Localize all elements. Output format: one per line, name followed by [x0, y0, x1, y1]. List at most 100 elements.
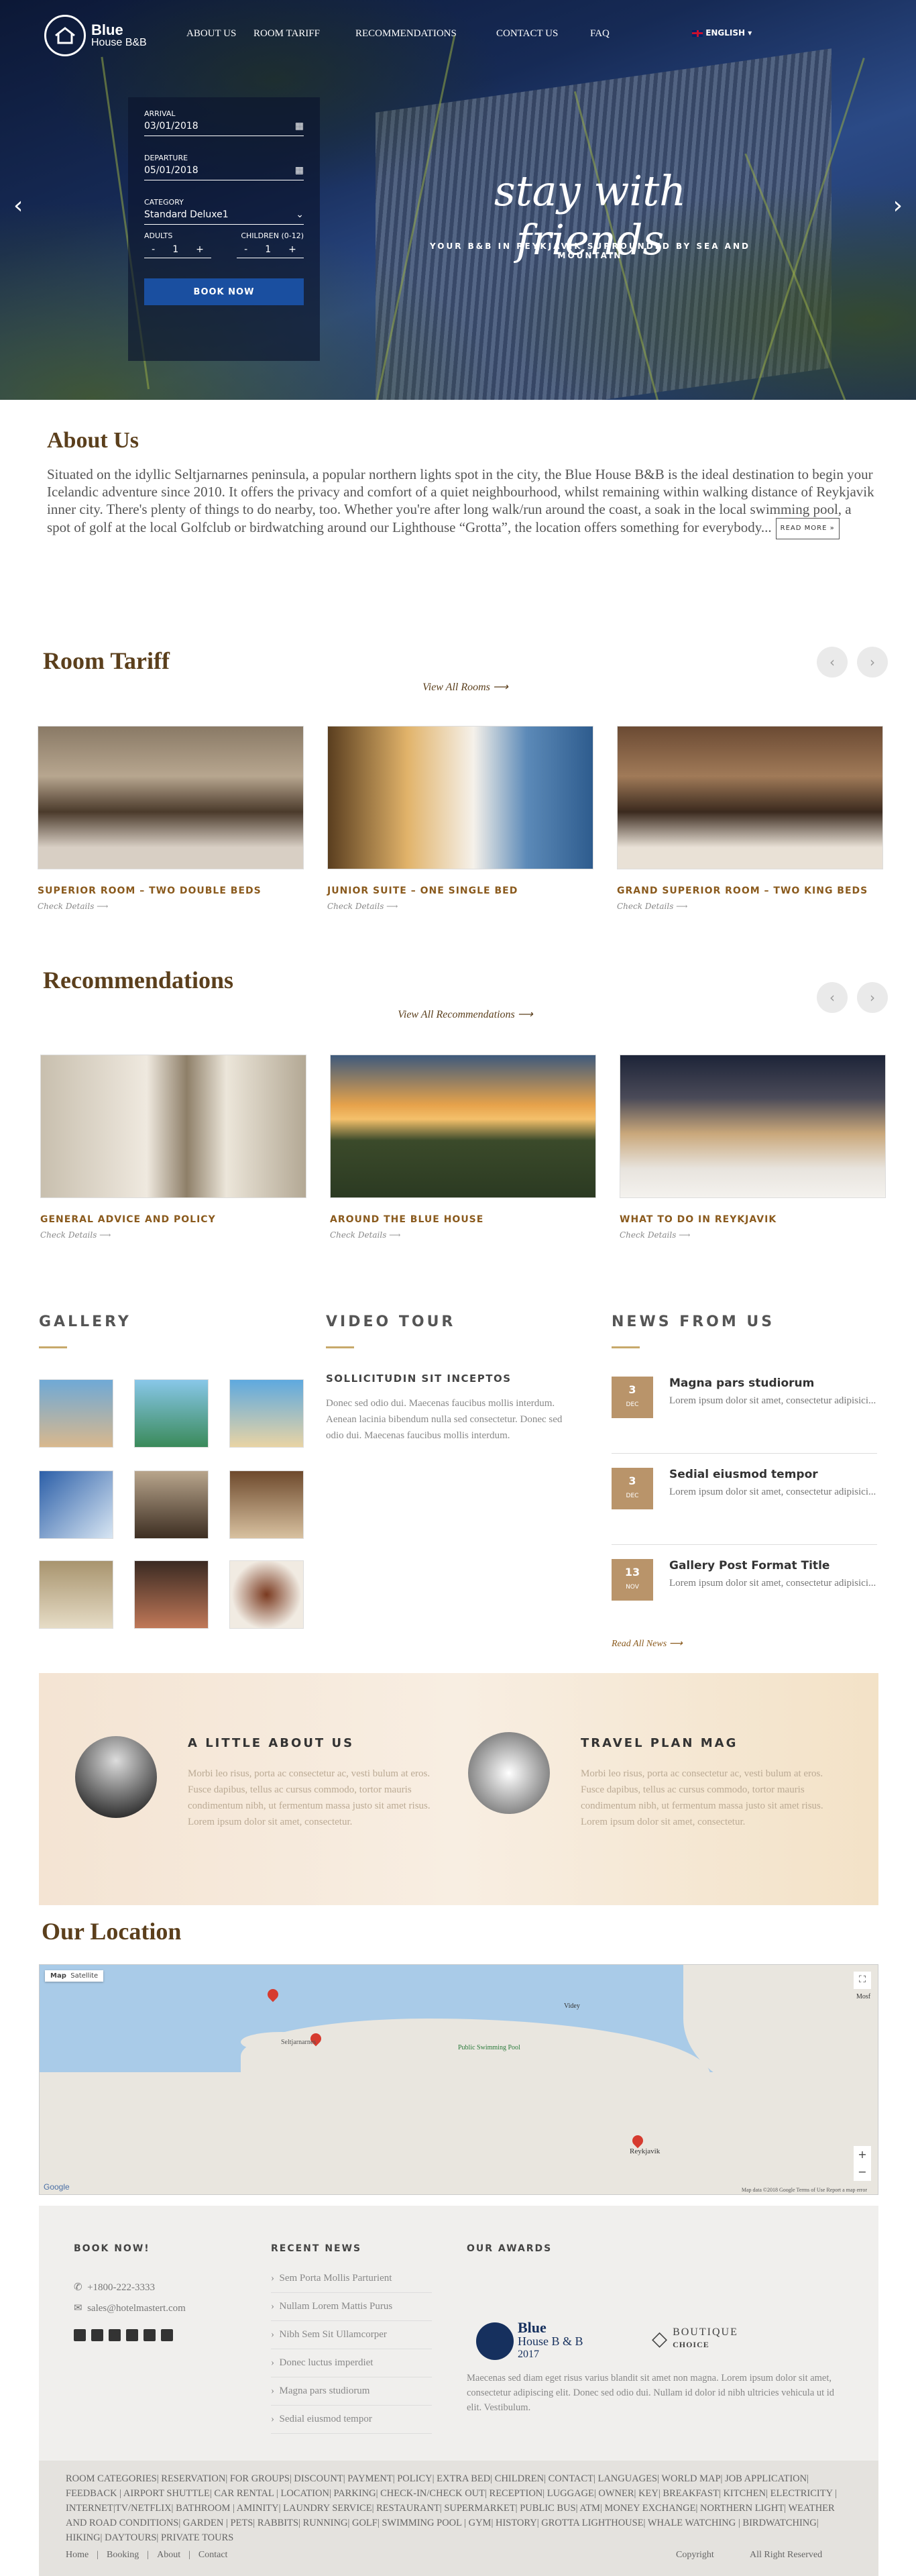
adults-stepper[interactable]: - 1 +: [144, 244, 211, 258]
recent-news-link[interactable]: › Nibh Sem Sit Ullamcorper: [271, 2321, 432, 2349]
map-pin-icon[interactable]: [265, 1986, 281, 2002]
gallery-thumbnail[interactable]: [134, 1379, 209, 1448]
language-selector[interactable]: ENGLISH ▾: [692, 28, 752, 38]
news-item-title[interactable]: Sedial eiusmod tempor: [669, 1468, 876, 1481]
recent-news-link[interactable]: › Sem Porta Mollis Parturient: [271, 2265, 432, 2293]
slider-prev-icon[interactable]: ‹: [817, 982, 848, 1013]
recommendation-title[interactable]: WHAT TO DO IN REYKJAVIK: [620, 1214, 886, 1225]
gallery-thumbnail[interactable]: [39, 1470, 113, 1539]
recommendation-title[interactable]: GENERAL ADVICE AND POLICY: [40, 1214, 306, 1225]
footer-link-contact[interactable]: Contact: [198, 2548, 228, 2563]
check-details-link[interactable]: Check Details ⟶: [40, 1230, 306, 1240]
room-card[interactable]: JUNIOR SUITE – ONE SINGLE BED Check Deta…: [327, 726, 593, 911]
room-image[interactable]: [327, 726, 593, 869]
recommendation-image[interactable]: [40, 1055, 306, 1198]
gallery-thumbnail[interactable]: [134, 1470, 209, 1539]
recent-news-link[interactable]: › Donec luctus imperdiet: [271, 2349, 432, 2377]
arrival-field[interactable]: 03/01/2018 ▦: [144, 118, 304, 136]
fullscreen-icon[interactable]: ⛶: [854, 1972, 871, 1989]
footer-link-about[interactable]: About: [157, 2548, 180, 2563]
plus-button[interactable]: +: [196, 244, 204, 255]
gallery-thumbnail[interactable]: [39, 1379, 113, 1448]
recommendation-image[interactable]: [620, 1055, 886, 1198]
nav-faq[interactable]: FAQ: [590, 28, 610, 40]
twitter-icon[interactable]: [91, 2329, 103, 2341]
plus-button[interactable]: +: [288, 244, 296, 255]
map-land: [241, 2019, 710, 2112]
map-label: Videy: [564, 2002, 580, 2010]
flickr-icon[interactable]: [161, 2329, 173, 2341]
minus-button[interactable]: -: [244, 244, 247, 255]
hero-next-arrow[interactable]: ›: [893, 192, 903, 219]
recommendation-image[interactable]: [330, 1055, 596, 1198]
footer-phone[interactable]: ✆ +1800-222-3333: [74, 2281, 248, 2294]
check-details-link[interactable]: Check Details ⟶: [330, 1230, 596, 1240]
brand-logo[interactable]: Blue House B&B: [44, 15, 147, 56]
room-image[interactable]: [617, 726, 883, 869]
room-image[interactable]: [38, 726, 304, 869]
slider-next-icon[interactable]: ›: [857, 982, 888, 1013]
footer-link-booking[interactable]: Booking: [107, 2548, 139, 2563]
news-item[interactable]: 3 DEC Sedial eiusmod tempor Lorem ipsum do…: [612, 1468, 877, 1509]
nav-recommendations[interactable]: RECOMMENDATIONS: [355, 28, 457, 40]
room-card[interactable]: SUPERIOR ROOM – TWO DOUBLE BEDS Check De…: [38, 726, 304, 911]
slider-next-icon[interactable]: ›: [857, 647, 888, 678]
map-tab[interactable]: Map: [50, 1972, 66, 1980]
footer-link-home[interactable]: Home: [66, 2548, 89, 2563]
location-map[interactable]: Map Satellite Seltjarnarnes Public Swimm…: [39, 1964, 878, 2195]
satellite-tab[interactable]: Satellite: [70, 1972, 98, 1980]
departure-field[interactable]: 05/01/2018 ▦: [144, 162, 304, 180]
zoom-in-button[interactable]: +: [854, 2146, 871, 2163]
recommendation-card[interactable]: GENERAL ADVICE AND POLICY Check Details …: [40, 1055, 306, 1240]
footer-tag-links[interactable]: ROOM CATEGORIES| RESERVATION| FOR GROUPS…: [66, 2471, 852, 2545]
footer-email[interactable]: ✉ sales@hotelmastert.com: [74, 2302, 248, 2314]
facebook-icon[interactable]: [74, 2329, 86, 2341]
category-select[interactable]: Standard Deluxe1 ⌄: [144, 207, 304, 225]
recent-news-link[interactable]: › Sedial eiusmod tempor: [271, 2406, 432, 2434]
gallery-thumbnail[interactable]: [134, 1560, 209, 1629]
room-card[interactable]: GRAND SUPERIOR ROOM – TWO KING BEDS Chec…: [617, 726, 883, 911]
google-plus-icon[interactable]: [126, 2329, 138, 2341]
news-item-title[interactable]: Gallery Post Format Title: [669, 1559, 876, 1572]
linkedin-icon[interactable]: [109, 2329, 121, 2341]
check-details-link[interactable]: Check Details ⟶: [327, 902, 593, 911]
nav-room-tariff[interactable]: ROOM TARIFF: [253, 28, 320, 40]
hero-prev-arrow[interactable]: ‹: [13, 192, 23, 219]
read-all-news-link[interactable]: Read All News ⟶: [612, 1638, 683, 1650]
zoom-control[interactable]: + −: [854, 2146, 871, 2181]
nav-contact-us[interactable]: CONTACT US: [496, 28, 558, 40]
recommendation-title[interactable]: AROUND THE BLUE HOUSE: [330, 1214, 596, 1225]
gallery-thumbnail[interactable]: [229, 1379, 304, 1448]
footer-tags-bar: ROOM CATEGORIES| RESERVATION| FOR GROUPS…: [39, 2461, 878, 2576]
check-details-link[interactable]: Check Details ⟶: [38, 902, 304, 911]
room-title[interactable]: JUNIOR SUITE – ONE SINGLE BED: [327, 885, 593, 896]
room-title[interactable]: SUPERIOR ROOM – TWO DOUBLE BEDS: [38, 885, 304, 896]
minus-button[interactable]: -: [152, 244, 155, 255]
recommendation-card[interactable]: AROUND THE BLUE HOUSE Check Details ⟶: [330, 1055, 596, 1240]
children-stepper[interactable]: - 1 +: [237, 244, 304, 258]
view-all-rooms-link[interactable]: View All Rooms ⟶: [422, 680, 508, 694]
recent-news-link[interactable]: › Nullam Lorem Mattis Purus: [271, 2293, 432, 2321]
footer-recent-column: RECENT NEWS › Sem Porta Mollis Parturien…: [271, 2243, 432, 2434]
news-month: DEC: [626, 1493, 639, 1499]
gallery-thumbnail[interactable]: [229, 1470, 304, 1539]
slider-prev-icon[interactable]: ‹: [817, 647, 848, 678]
gallery-thumbnail[interactable]: [229, 1560, 304, 1629]
news-item[interactable]: 13 NOV Gallery Post Format Title Lorem ips…: [612, 1559, 877, 1601]
book-now-button[interactable]: BOOK NOW: [144, 278, 304, 305]
read-more-button[interactable]: READ MORE »: [775, 518, 840, 539]
view-all-recommendations-link[interactable]: View All Recommendations ⟶: [398, 1008, 532, 1021]
room-title[interactable]: GRAND SUPERIOR ROOM – TWO KING BEDS: [617, 885, 883, 896]
nav-about-us[interactable]: ABOUT US: [186, 28, 236, 40]
gallery-thumbnail[interactable]: [39, 1560, 113, 1629]
check-details-link[interactable]: Check Details ⟶: [617, 902, 883, 911]
news-item[interactable]: 3 DEC Magna pars studiorum Lorem ipsum dol…: [612, 1377, 877, 1418]
check-details-link[interactable]: Check Details ⟶: [620, 1230, 886, 1240]
news-item-title[interactable]: Magna pars studiorum: [669, 1377, 876, 1390]
recommendation-card[interactable]: WHAT TO DO IN REYKJAVIK Check Details ⟶: [620, 1055, 886, 1240]
recent-news-link[interactable]: › Magna pars studiorum: [271, 2377, 432, 2406]
pinterest-icon[interactable]: [144, 2329, 156, 2341]
zoom-out-button[interactable]: −: [854, 2163, 871, 2181]
map-type-toggle[interactable]: Map Satellite: [45, 1970, 104, 1982]
news-column: NEWS FROM US: [612, 1313, 775, 1348]
